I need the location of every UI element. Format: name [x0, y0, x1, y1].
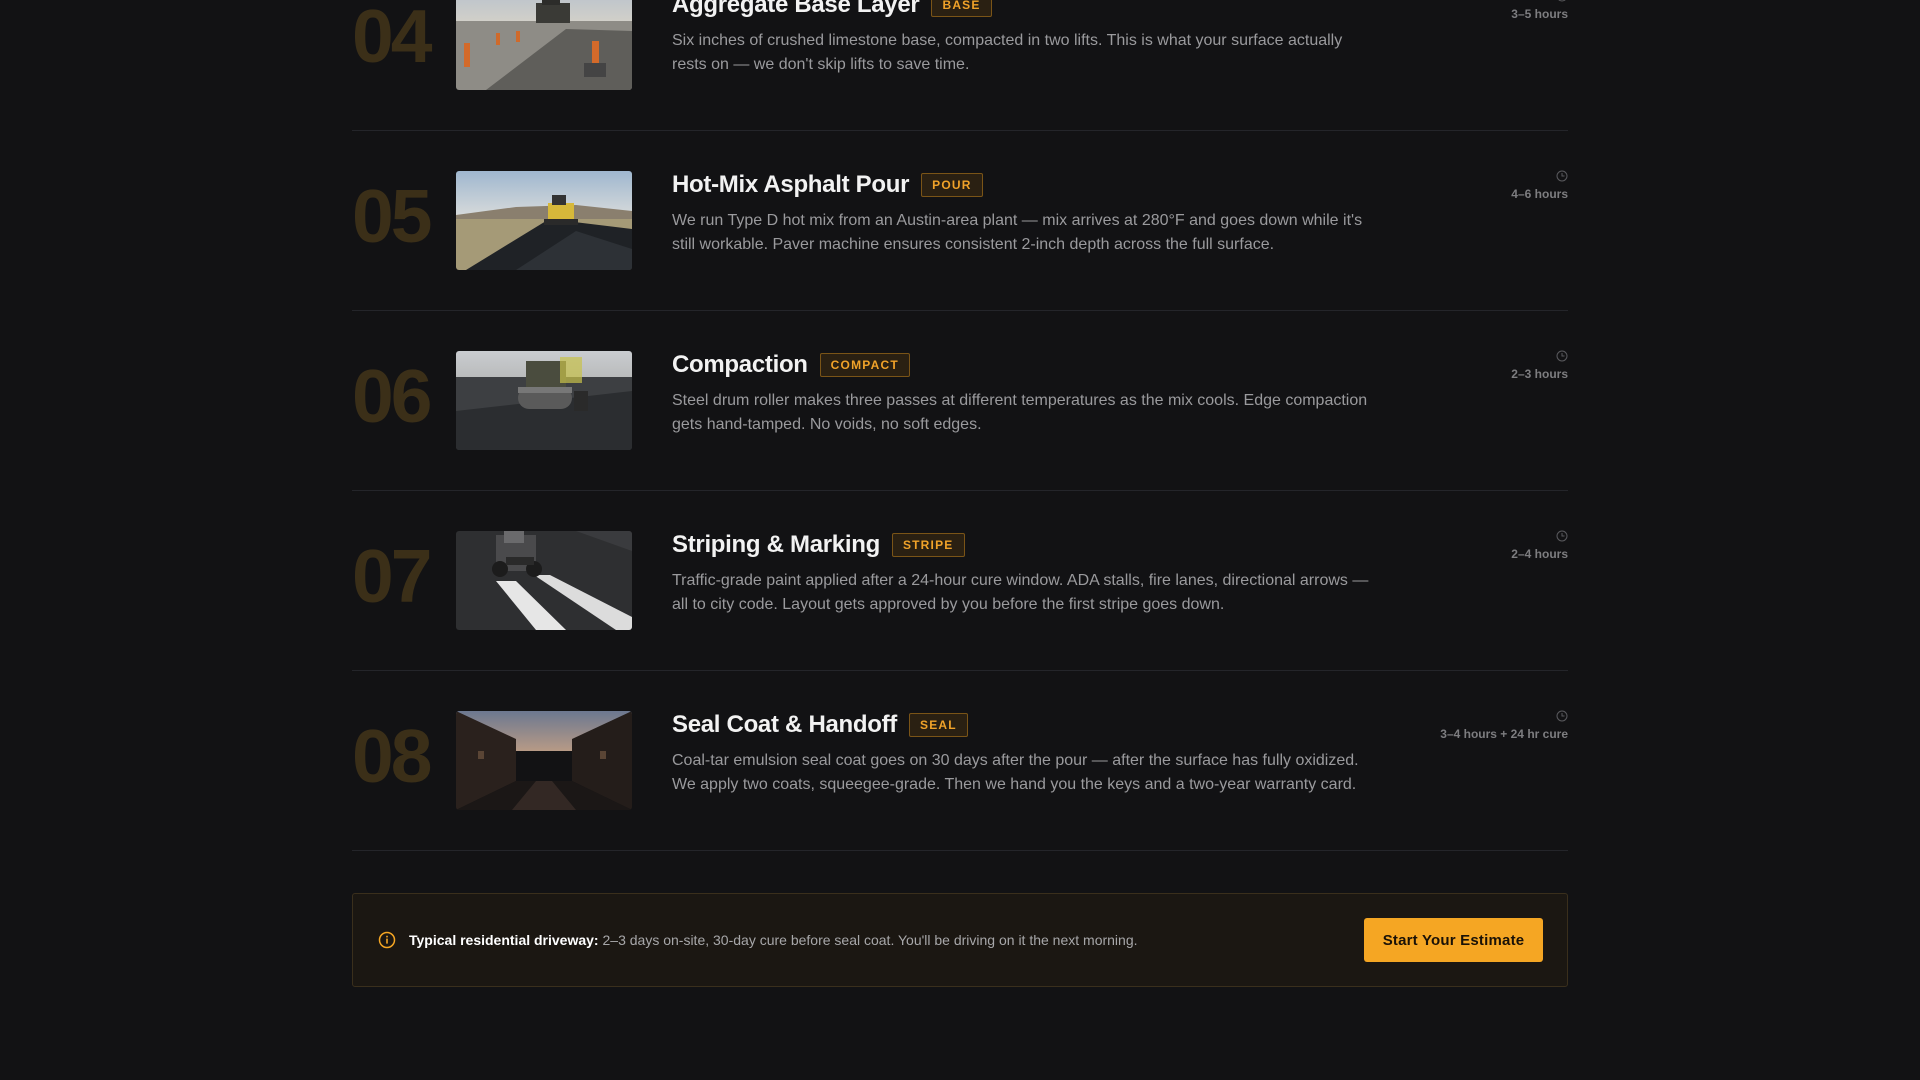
- process-steps-list: 04 Aggregate Base Layer BASE Six inches …: [352, 0, 1568, 851]
- step-heading: Aggregate Base Layer BASE: [672, 0, 992, 19]
- step-tag: POUR: [921, 173, 983, 197]
- clock-icon: [1556, 350, 1568, 362]
- summary-body: 2–3 days on-site, 30-day cure before sea…: [598, 932, 1138, 948]
- step-title: Hot-Mix Asphalt Pour: [672, 171, 910, 198]
- clock-icon: [1556, 170, 1568, 182]
- step-duration-label: 3–5 hours: [1511, 7, 1568, 21]
- step-number: 04: [352, 0, 432, 78]
- step-description: Six inches of crushed limestone base, co…: [672, 32, 1343, 73]
- step-duration: 2–4 hours: [1511, 530, 1568, 561]
- process-step: 06 Compaction COMPACT Steel drum roller …: [352, 311, 1568, 491]
- step-duration: 4–6 hours: [1511, 170, 1568, 201]
- process-step: 05 Hot-Mix Asphalt Pour POUR We run Type…: [352, 131, 1568, 311]
- step-duration-label: 2–3 hours: [1511, 367, 1568, 381]
- step-duration: 3–4 hours + 24 hr cure: [1440, 710, 1568, 741]
- step-duration-label: 4–6 hours: [1511, 187, 1568, 201]
- driveway-summary-panel: Typical residential driveway: 2–3 days o…: [352, 893, 1568, 987]
- step-photo-roller: [456, 351, 632, 450]
- step-number: 06: [352, 354, 432, 438]
- summary-label: Typical residential driveway:: [409, 932, 599, 948]
- process-step: 07 Striping & Marking STRIPE Traffic-gra…: [352, 491, 1568, 671]
- step-title: Aggregate Base Layer: [672, 0, 920, 18]
- step-duration: 2–3 hours: [1511, 350, 1568, 381]
- step-heading: Seal Coat & Handoff SEAL: [672, 711, 968, 739]
- step-tag: COMPACT: [819, 353, 910, 377]
- step-heading: Compaction COMPACT: [672, 351, 910, 379]
- step-description: Coal-tar emulsion seal coat goes on 30 d…: [672, 752, 1359, 793]
- process-step: 08 Seal Coat & Handoff SEAL Coal-tar emu…: [352, 671, 1568, 851]
- info-icon: [378, 931, 396, 949]
- step-description: We run Type D hot mix from an Austin-are…: [672, 212, 1363, 253]
- process-step: 04 Aggregate Base Layer BASE Six inches …: [352, 0, 1568, 131]
- summary-text: Typical residential driveway: 2–3 days o…: [409, 931, 1138, 949]
- step-title: Striping & Marking: [672, 531, 880, 558]
- clock-icon: [1556, 710, 1568, 722]
- step-number: 05: [352, 174, 432, 258]
- step-title: Compaction: [672, 351, 808, 378]
- step-tag: STRIPE: [891, 533, 965, 557]
- step-duration: 3–5 hours: [1511, 0, 1568, 21]
- start-estimate-button[interactable]: Start Your Estimate: [1364, 918, 1543, 962]
- step-duration-label: 3–4 hours + 24 hr cure: [1440, 727, 1568, 741]
- step-description: Steel drum roller makes three passes at …: [672, 392, 1368, 433]
- step-photo-paver: [456, 171, 632, 270]
- step-photo-aggregate: [456, 0, 632, 90]
- clock-icon: [1558, 0, 1566, 2]
- step-heading: Striping & Marking STRIPE: [672, 531, 965, 559]
- step-duration-label: 2–4 hours: [1511, 547, 1568, 561]
- step-tag: SEAL: [908, 713, 968, 737]
- step-heading: Hot-Mix Asphalt Pour POUR: [672, 171, 983, 199]
- step-title: Seal Coat & Handoff: [672, 711, 897, 738]
- clock-icon: [1556, 530, 1568, 542]
- step-photo-striping: [456, 531, 632, 630]
- step-number: 08: [352, 714, 432, 798]
- step-description: Traffic-grade paint applied after a 24-h…: [672, 572, 1369, 613]
- step-photo-street: [456, 711, 632, 810]
- step-tag: BASE: [931, 0, 992, 17]
- step-number: 07: [352, 534, 432, 618]
